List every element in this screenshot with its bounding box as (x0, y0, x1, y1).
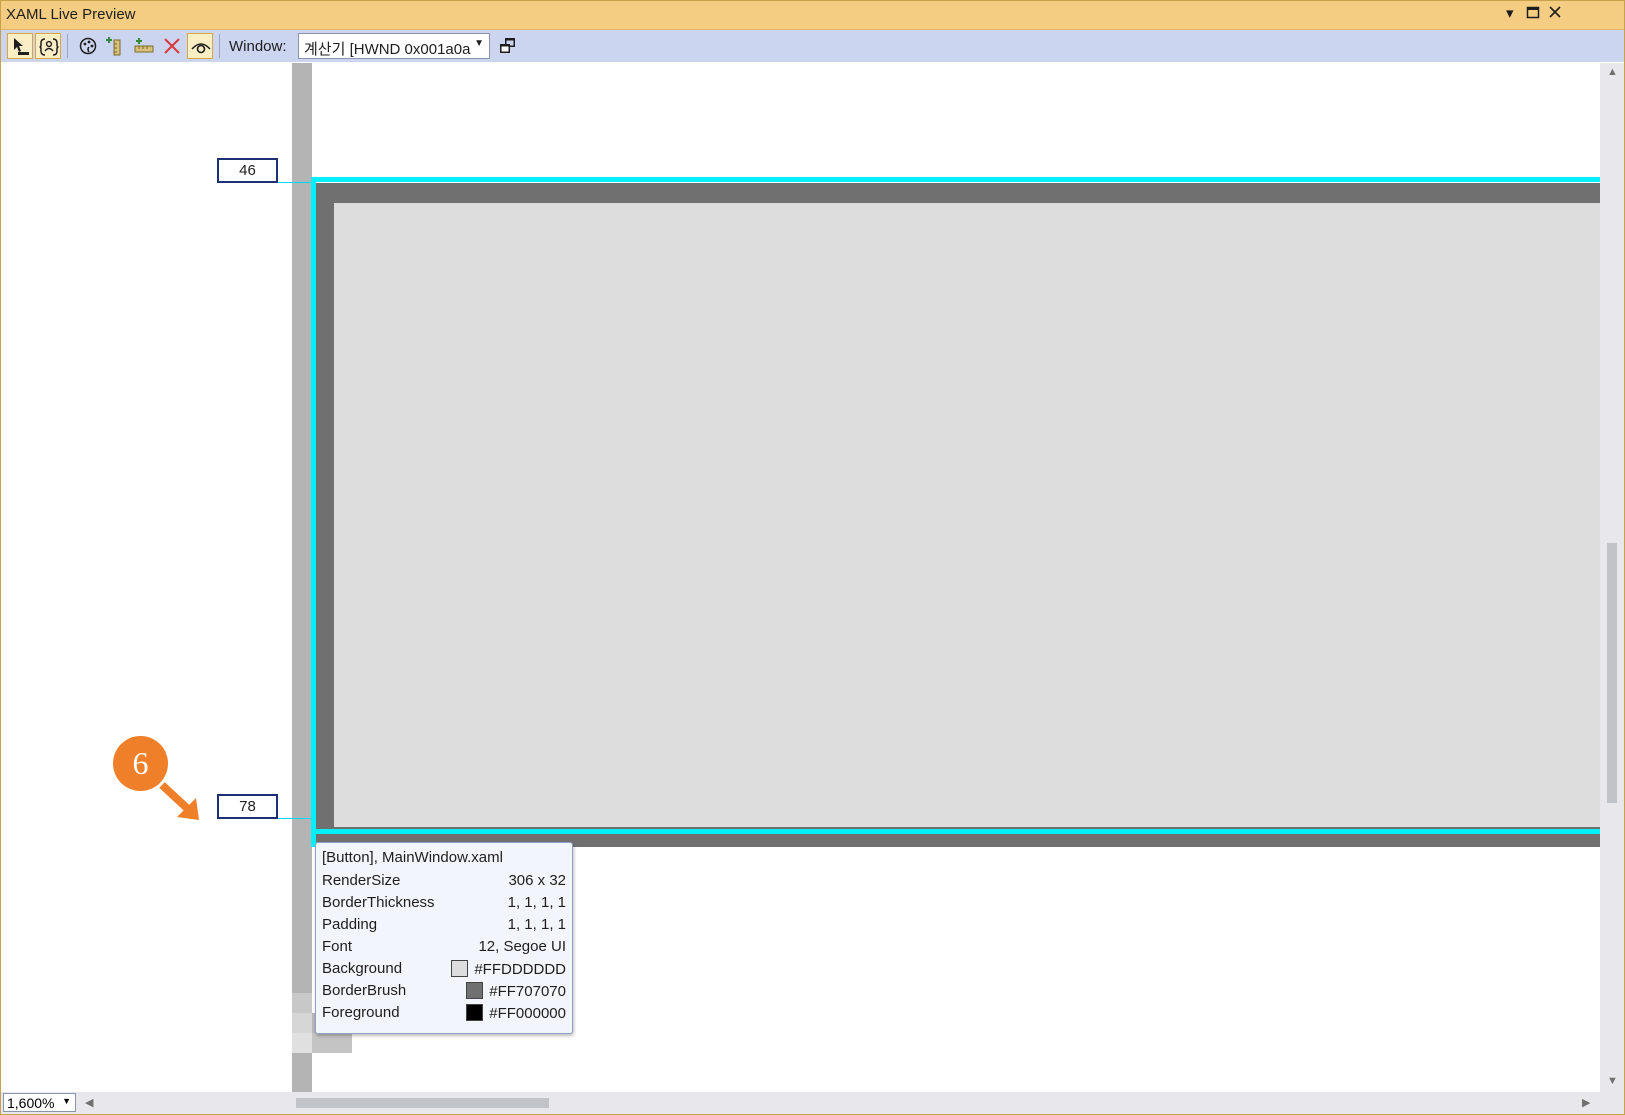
property-value-with-swatch: #FF000000 (466, 1004, 566, 1022)
window-title: XAML Live Preview (6, 6, 136, 23)
property-value: 1, 1, 1, 1 (507, 894, 566, 911)
display-layout-adorners-icon[interactable] (35, 33, 61, 59)
property-value-with-swatch: #FF707070 (466, 982, 566, 1000)
zoom-value: 1,600% (7, 1095, 55, 1111)
ruler-value-bottom[interactable]: 78 (217, 794, 278, 819)
property-value-with-swatch: #FFDDDDDD (451, 960, 566, 978)
pixel-block (292, 993, 312, 1013)
property-name: BorderThickness (322, 894, 435, 911)
property-value: #FFDDDDDD (474, 961, 566, 978)
element-info-tooltip: [Button], MainWindow.xaml RenderSize 306… (315, 842, 573, 1034)
property-name: Foreground (322, 1004, 400, 1021)
window-select[interactable]: 계산기 [HWND 0x001a0a ▼ (298, 33, 490, 59)
button-background[interactable] (334, 203, 1600, 827)
title-bar: XAML Live Preview ▾ (1, 1, 1624, 30)
scroll-down-icon[interactable]: ▼ (1607, 1075, 1618, 1087)
property-value: #FF000000 (489, 1005, 566, 1022)
tooltip-row-borderbrush: BorderBrush #FF707070 (322, 982, 566, 1004)
scroll-up-icon[interactable]: ▲ (1607, 66, 1618, 78)
selection-adorner-bottom (311, 829, 1600, 834)
tooltip-row-background: Background #FFDDDDDD (322, 960, 566, 982)
color-swatch (466, 982, 484, 999)
track-focused-element-icon[interactable] (75, 33, 101, 59)
chevron-down-icon: ▼ (62, 1096, 71, 1106)
selection-adorner-top (313, 177, 1600, 182)
pixel-block (312, 1033, 332, 1053)
xaml-live-preview-window: XAML Live Preview ▾ Window: 계산기 [HWND 0x… (0, 0, 1625, 1115)
window-label: Window: (229, 38, 287, 55)
property-value: 12, Segoe UI (478, 938, 566, 955)
property-value: 306 x 32 (508, 872, 566, 889)
pixel-block (292, 1013, 312, 1033)
property-name: Padding (322, 916, 378, 933)
display-ruler-icon[interactable] (131, 33, 157, 59)
left-edge-strip (292, 63, 312, 1092)
property-name: Background (322, 960, 403, 977)
dropdown-arrow-icon[interactable]: ▾ (1506, 5, 1514, 23)
horizontal-scroll-thumb[interactable] (296, 1098, 549, 1108)
scroll-left-icon[interactable]: ◀ (85, 1096, 93, 1109)
toolbar: Window: 계산기 [HWND 0x001a0a ▼ (1, 30, 1624, 62)
property-value: 1, 1, 1, 1 (507, 916, 566, 933)
callout-arrow-icon (159, 782, 199, 820)
window-select-value: 계산기 [HWND 0x001a0a (304, 41, 471, 58)
select-element-icon[interactable] (7, 33, 33, 59)
preview-canvas[interactable]: 46 78 6 [Button], MainWindow.xaml Render… (1, 63, 1600, 1092)
property-name: RenderSize (322, 872, 401, 889)
clear-rulers-icon[interactable] (159, 33, 185, 59)
tooltip-row-font: Font 12, Segoe UI (322, 938, 566, 960)
toolbar-separator (67, 34, 68, 58)
pixel-block (292, 1033, 312, 1053)
chevron-down-icon: ▼ (474, 38, 484, 49)
toolbar-separator (219, 34, 220, 58)
popout-window-icon[interactable] (495, 33, 521, 59)
bottom-bar: 1,600% ▼ ◀ ▶ (1, 1092, 1624, 1114)
tooltip-row-borderthickness: BorderThickness 1, 1, 1, 1 (322, 894, 566, 916)
pixel-block (332, 1033, 352, 1053)
scroll-right-icon[interactable]: ▶ (1582, 1096, 1590, 1109)
color-swatch (466, 1004, 484, 1021)
selection-adorner-left (311, 177, 316, 847)
tooltip-header: [Button], MainWindow.xaml (322, 849, 503, 866)
color-swatch (451, 960, 469, 977)
property-name: BorderBrush (322, 982, 407, 999)
preview-selection-icon[interactable] (187, 33, 213, 59)
ruler-value-top[interactable]: 46 (217, 158, 278, 183)
tooltip-row-rendersize: RenderSize 306 x 32 (322, 872, 566, 894)
zoom-select[interactable]: 1,600% ▼ (3, 1093, 76, 1112)
maximize-icon[interactable] (1526, 5, 1540, 24)
tooltip-row-padding: Padding 1, 1, 1, 1 (322, 916, 566, 938)
tooltip-row-foreground: Foreground #FF000000 (322, 1004, 566, 1026)
vertical-scrollbar[interactable]: ▲ ▼ (1600, 63, 1624, 1092)
display-layout-rulers-icon[interactable] (103, 33, 129, 59)
property-name: Font (322, 938, 353, 955)
close-icon[interactable] (1548, 5, 1562, 24)
property-value: #FF707070 (489, 983, 566, 1000)
vertical-scroll-thumb[interactable] (1607, 543, 1617, 803)
